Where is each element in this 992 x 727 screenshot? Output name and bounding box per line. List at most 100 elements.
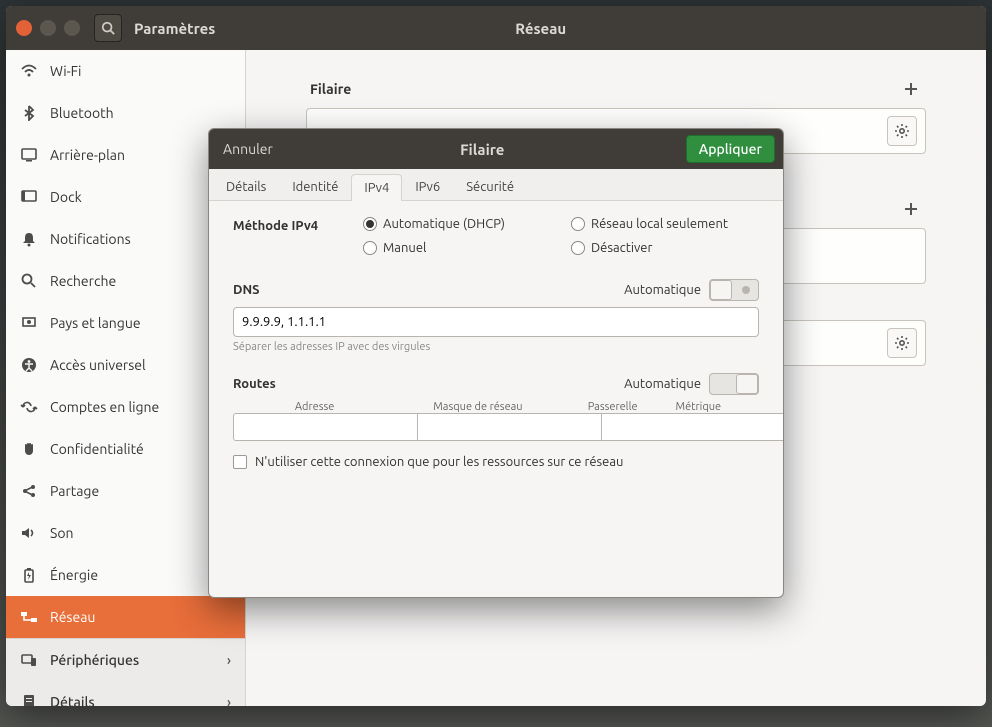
app-label: Paramètres: [134, 20, 215, 37]
background-icon: [20, 146, 38, 164]
dialog-tabs: Détails Identité IPv4 IPv6 Sécurité: [209, 169, 783, 201]
dns-hint: Séparer les adresses IP avec des virgule…: [233, 341, 759, 353]
cloud-sync-icon: [20, 398, 38, 416]
plus-icon: [904, 202, 918, 216]
battery-icon: [20, 566, 38, 584]
search-icon: [101, 21, 115, 35]
route-row: [233, 413, 759, 441]
speaker-icon: [20, 524, 38, 542]
window-controls: [16, 20, 80, 36]
dns-label: DNS: [233, 283, 260, 297]
dialog-body: Méthode IPv4 Automatique (DHCP) Réseau l…: [209, 201, 783, 597]
chevron-right-icon: ›: [227, 694, 231, 706]
ipv4-method-label: Méthode IPv4: [233, 217, 363, 233]
radio-indicator: [363, 217, 377, 231]
radio-link-local[interactable]: Réseau local seulement: [571, 217, 759, 231]
sidebar-item-label: Dock: [50, 189, 82, 205]
radio-label: Réseau local seulement: [591, 217, 728, 231]
bluetooth-icon: [20, 104, 38, 122]
tab-identity[interactable]: Identité: [279, 173, 351, 200]
connection-editor-dialog: Annuler Filaire Appliquer Détails Identi…: [208, 128, 784, 598]
sidebar-secondary: Périphériques › Détails ›: [6, 638, 245, 706]
sidebar-item-label: Recherche: [50, 273, 116, 289]
dns-auto-label: Automatique: [624, 283, 701, 297]
dns-input[interactable]: [233, 307, 759, 337]
gear-icon: [894, 123, 910, 139]
sidebar-item-network[interactable]: Réseau: [6, 596, 245, 638]
radio-label: Désactiver: [591, 241, 652, 255]
radio-indicator: [571, 217, 585, 231]
sidebar-item-wifi[interactable]: Wi-Fi: [6, 50, 245, 92]
sidebar-item-label: Partage: [50, 483, 99, 499]
col-gateway: Passerelle: [560, 401, 666, 413]
sidebar-item-devices[interactable]: Périphériques ›: [6, 639, 245, 681]
radio-disable[interactable]: Désactiver: [571, 241, 759, 255]
radio-label: Automatique (DHCP): [383, 217, 505, 231]
hand-icon: [20, 440, 38, 458]
sidebar-item-label: Détails: [50, 694, 95, 706]
use-only-row[interactable]: N'utiliser cette connexion que pour les …: [233, 455, 759, 469]
sidebar-item-bluetooth[interactable]: Bluetooth: [6, 92, 245, 134]
tab-ipv4[interactable]: IPv4: [351, 174, 402, 201]
dialog-header: Annuler Filaire Appliquer: [209, 129, 783, 169]
dock-icon: [20, 188, 38, 206]
tab-security[interactable]: Sécurité: [453, 173, 527, 200]
sidebar-item-label: Son: [50, 525, 74, 541]
routes-header-row: Routes Automatique: [233, 373, 759, 395]
page-title: Réseau: [215, 20, 866, 37]
sidebar-item-label: Périphériques: [50, 652, 139, 668]
cancel-button[interactable]: Annuler: [217, 137, 279, 161]
radio-indicator: [571, 241, 585, 255]
network-icon: [20, 608, 38, 626]
col-metric: Métrique: [666, 401, 731, 413]
switch-thumb: [710, 280, 732, 300]
sidebar-item-label: Notifications: [50, 231, 131, 247]
search-button[interactable]: [94, 14, 122, 42]
radio-indicator: [363, 241, 377, 255]
route-netmask-input[interactable]: [417, 413, 601, 441]
routes-label: Routes: [233, 377, 276, 391]
dns-auto-switch[interactable]: [709, 279, 759, 301]
sidebar-item-label: Réseau: [50, 609, 95, 625]
section-title: Filaire: [310, 81, 351, 97]
use-only-checkbox[interactable]: [233, 455, 247, 469]
apply-button[interactable]: Appliquer: [686, 135, 775, 163]
radio-label: Manuel: [383, 241, 426, 255]
sidebar-item-label: Énergie: [50, 567, 98, 583]
details-icon: [20, 693, 38, 706]
chevron-right-icon: ›: [227, 652, 231, 668]
close-button[interactable]: [16, 20, 32, 36]
accessibility-icon: [20, 356, 38, 374]
sidebar-item-label: Arrière-plan: [50, 147, 125, 163]
minimize-button[interactable]: [40, 20, 56, 36]
plus-icon: [904, 82, 918, 96]
routes-auto-switch[interactable]: [709, 373, 759, 395]
routes-columns: Adresse Masque de réseau Passerelle Métr…: [233, 401, 759, 413]
routes-auto-label: Automatique: [624, 377, 701, 391]
add-wired-button[interactable]: [900, 78, 922, 100]
tab-ipv6[interactable]: IPv6: [402, 173, 453, 200]
radio-dhcp[interactable]: Automatique (DHCP): [363, 217, 551, 231]
sidebar-item-label: Accès universel: [50, 357, 146, 373]
tab-details[interactable]: Détails: [213, 173, 279, 200]
col-netmask: Masque de réseau: [396, 401, 559, 413]
proxy-settings-button[interactable]: [887, 328, 917, 358]
sidebar-item-details[interactable]: Détails ›: [6, 681, 245, 706]
wired-settings-button[interactable]: [887, 116, 917, 146]
dialog-title: Filaire: [279, 141, 686, 158]
switch-thumb: [736, 374, 758, 394]
radio-manual[interactable]: Manuel: [363, 241, 551, 255]
bell-icon: [20, 230, 38, 248]
sidebar-item-label: Wi-Fi: [50, 63, 81, 79]
route-gateway-input[interactable]: [601, 413, 783, 441]
maximize-button[interactable]: [64, 20, 80, 36]
share-icon: [20, 482, 38, 500]
ipv4-method-options: Automatique (DHCP) Réseau local seulemen…: [363, 217, 759, 255]
add-vpn-button[interactable]: [900, 198, 922, 220]
gear-icon: [894, 335, 910, 351]
col-address: Adresse: [233, 401, 396, 413]
dns-header-row: DNS Automatique: [233, 279, 759, 301]
flag-icon: [20, 314, 38, 332]
sidebar-item-label: Comptes en ligne: [50, 399, 159, 415]
route-address-input[interactable]: [233, 413, 417, 441]
